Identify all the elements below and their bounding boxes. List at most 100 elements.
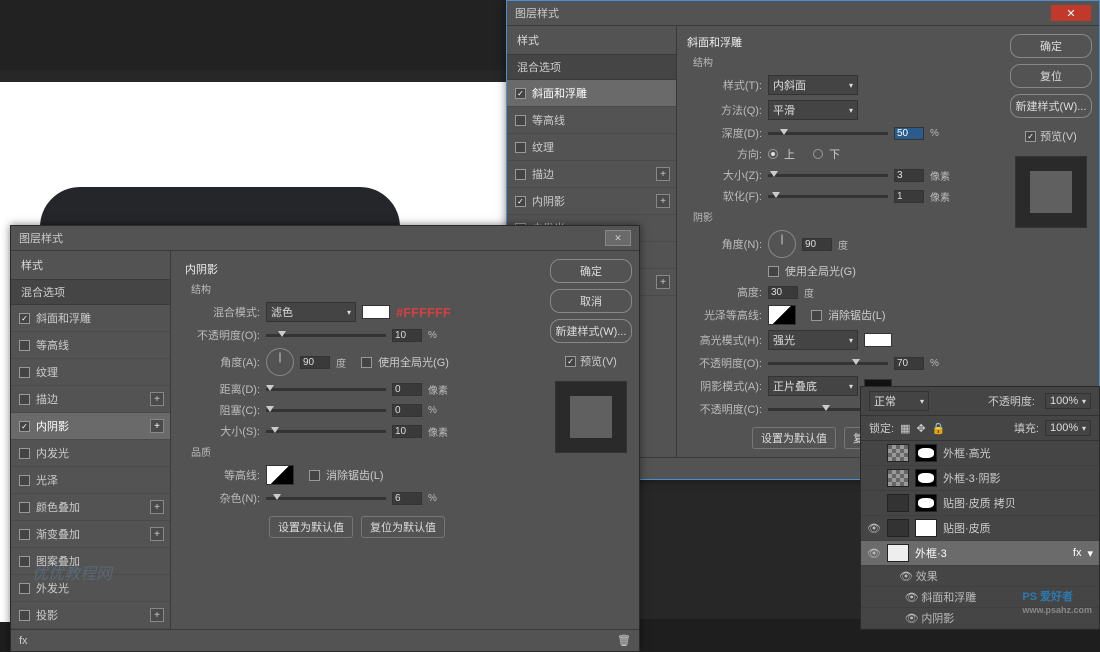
checkbox-icon[interactable] <box>19 367 30 378</box>
angle-dial[interactable] <box>768 230 796 258</box>
new-style-button[interactable]: 新建样式(W)... <box>1010 94 1092 118</box>
preview-checkbox[interactable] <box>565 356 576 367</box>
layer-thumb[interactable] <box>887 544 909 562</box>
style-texture[interactable]: 纹理 <box>507 134 676 161</box>
style-inner-shadow[interactable]: 内阴影+ <box>11 413 170 440</box>
dialog-titlebar[interactable]: 图层样式 ✕ <box>507 1 1099 26</box>
set-default-button[interactable]: 设置为默认值 <box>269 516 353 538</box>
close-icon[interactable]: ✕ <box>1051 5 1091 21</box>
lock-pixels-icon[interactable]: ▦ <box>900 422 910 435</box>
style-contour[interactable]: 等高线 <box>507 107 676 134</box>
size-slider[interactable] <box>768 174 888 177</box>
angle-input[interactable]: 90 <box>300 356 330 369</box>
style-stroke[interactable]: 描边+ <box>507 161 676 188</box>
opacity-slider[interactable] <box>266 334 386 337</box>
checkbox-icon[interactable] <box>19 394 30 405</box>
checkbox-icon[interactable] <box>515 115 526 126</box>
add-icon[interactable]: + <box>656 194 670 208</box>
dir-down-radio[interactable] <box>813 149 823 159</box>
size-input[interactable]: 3 <box>894 169 924 182</box>
layer-row-active[interactable]: 👁外框·3fx▾ <box>861 541 1099 566</box>
depth-input[interactable]: 50 <box>894 127 924 140</box>
lock-position-icon[interactable]: ✥ <box>916 422 925 435</box>
global-light-checkbox[interactable] <box>768 266 779 277</box>
mask-thumb[interactable] <box>915 494 937 512</box>
antialias-checkbox[interactable] <box>811 310 822 321</box>
ok-button[interactable]: 确定 <box>1010 34 1092 58</box>
style-color-overlay[interactable]: 颜色叠加+ <box>11 494 170 521</box>
dialog-titlebar[interactable]: 图层样式 ✕ <box>11 226 639 251</box>
fx-icon[interactable]: fx <box>19 635 28 647</box>
hl-opacity-input[interactable]: 70 <box>894 357 924 370</box>
global-light-checkbox[interactable] <box>361 357 372 368</box>
visibility-icon[interactable]: 👁 <box>905 592 919 604</box>
opacity-select[interactable]: 100% <box>1045 393 1091 409</box>
add-icon[interactable]: + <box>150 392 164 406</box>
ok-button[interactable]: 确定 <box>550 259 632 283</box>
angle-dial[interactable] <box>266 348 294 376</box>
style-bevel[interactable]: 斜面和浮雕 <box>11 305 170 332</box>
size-input[interactable]: 10 <box>392 425 422 438</box>
reset-default-button[interactable]: 复位为默认值 <box>361 516 445 538</box>
layer-thumb[interactable] <box>887 444 909 462</box>
highlight-mode-select[interactable]: 强光 <box>768 330 858 350</box>
mask-thumb[interactable] <box>915 519 937 537</box>
checkbox-icon[interactable] <box>19 502 30 513</box>
set-default-button[interactable]: 设置为默认值 <box>752 427 836 449</box>
size-slider[interactable] <box>266 430 386 433</box>
antialias-checkbox[interactable] <box>309 470 320 481</box>
highlight-color[interactable] <box>864 333 892 347</box>
checkbox-icon[interactable] <box>515 169 526 180</box>
new-style-button[interactable]: 新建样式(W)... <box>550 319 632 343</box>
checkbox-icon[interactable] <box>19 448 30 459</box>
blend-options-row[interactable]: 混合选项 <box>507 54 676 80</box>
checkbox-icon[interactable] <box>19 475 30 486</box>
choke-input[interactable]: 0 <box>392 404 422 417</box>
layer-thumb[interactable] <box>887 494 909 512</box>
visibility-icon[interactable]: 👁 <box>905 613 919 625</box>
shadow-mode-select[interactable]: 正片叠底 <box>768 376 858 396</box>
style-stroke[interactable]: 描边+ <box>11 386 170 413</box>
opacity-input[interactable]: 10 <box>392 329 422 342</box>
color-swatch[interactable] <box>362 305 390 319</box>
cancel-button[interactable]: 取消 <box>550 289 632 313</box>
lock-all-icon[interactable]: 🔒 <box>932 422 946 435</box>
choke-slider[interactable] <box>266 409 386 412</box>
layer-row[interactable]: 👁贴图·皮质 <box>861 516 1099 541</box>
style-inner-glow[interactable]: 内发光 <box>11 440 170 467</box>
preview-checkbox[interactable] <box>1025 131 1036 142</box>
checkbox-icon[interactable] <box>19 340 30 351</box>
visibility-icon[interactable]: 👁 <box>899 571 913 583</box>
depth-slider[interactable] <box>768 132 888 135</box>
add-icon[interactable]: + <box>150 527 164 541</box>
style-inner-shadow[interactable]: 内阴影+ <box>507 188 676 215</box>
angle-input[interactable]: 90 <box>802 238 832 251</box>
checkbox-icon[interactable] <box>515 88 526 99</box>
style-drop-shadow[interactable]: 投影+ <box>11 602 170 629</box>
close-icon[interactable]: ✕ <box>605 230 631 246</box>
noise-slider[interactable] <box>266 497 386 500</box>
technique-select[interactable]: 平滑 <box>768 100 858 120</box>
style-satin[interactable]: 光泽 <box>11 467 170 494</box>
noise-input[interactable]: 6 <box>392 492 422 505</box>
checkbox-icon[interactable] <box>19 313 30 324</box>
blend-options-row[interactable]: 混合选项 <box>11 279 170 305</box>
style-grad-overlay[interactable]: 渐变叠加+ <box>11 521 170 548</box>
dir-up-radio[interactable] <box>768 149 778 159</box>
mask-thumb[interactable] <box>915 444 937 462</box>
checkbox-icon[interactable] <box>19 529 30 540</box>
add-icon[interactable]: + <box>656 275 670 289</box>
visibility-icon[interactable]: 👁 <box>867 547 881 560</box>
layer-row[interactable]: 外框·高光 <box>861 441 1099 466</box>
style-bevel[interactable]: 斜面和浮雕 <box>507 80 676 107</box>
add-icon[interactable]: + <box>150 419 164 433</box>
visibility-icon[interactable]: 👁 <box>867 522 881 535</box>
altitude-input[interactable]: 30 <box>768 286 798 299</box>
layer-thumb[interactable] <box>887 519 909 537</box>
style-select[interactable]: 内斜面 <box>768 75 858 95</box>
checkbox-icon[interactable] <box>515 142 526 153</box>
add-icon[interactable]: + <box>150 500 164 514</box>
checkbox-icon[interactable] <box>19 556 30 567</box>
style-texture[interactable]: 纹理 <box>11 359 170 386</box>
distance-input[interactable]: 0 <box>392 383 422 396</box>
